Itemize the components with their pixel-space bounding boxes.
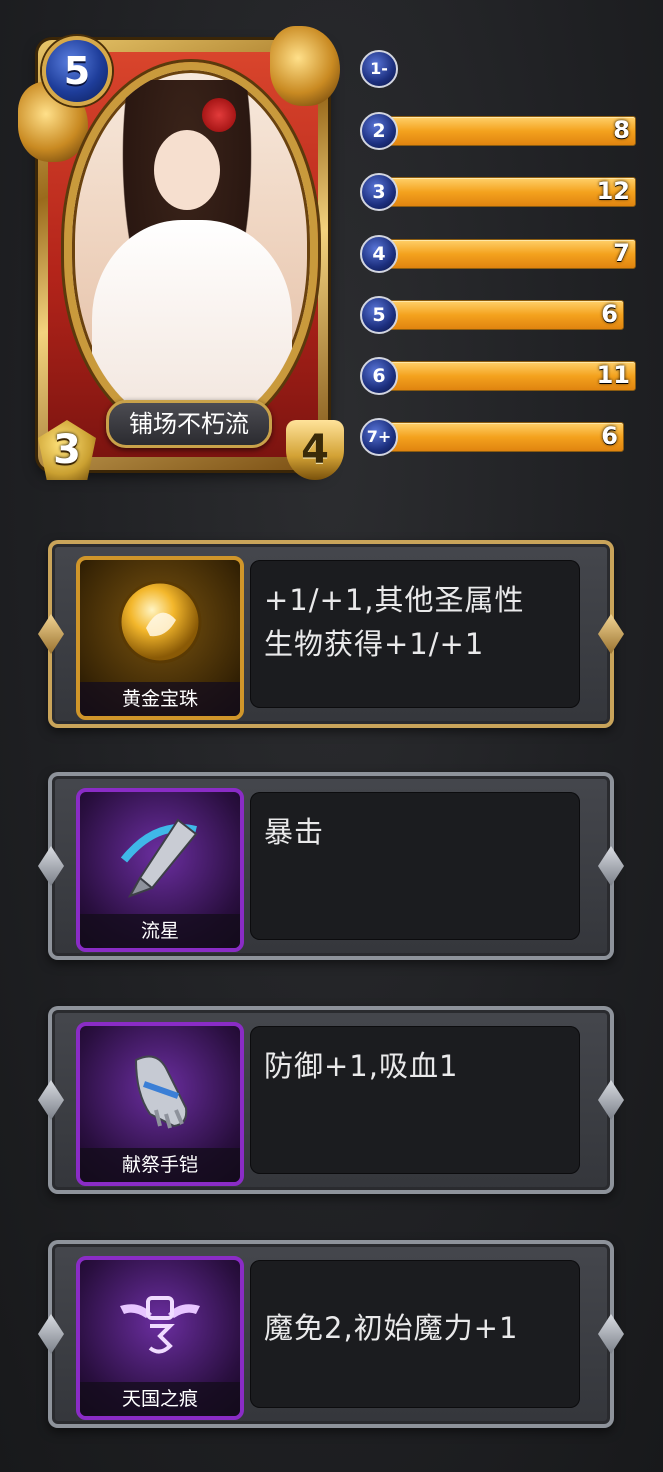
winged-emblem-icon	[116, 1278, 204, 1366]
item-icon-box[interactable]: 天国之痕	[76, 1256, 244, 1420]
item-description-box: 暴击	[250, 792, 580, 940]
curve-row-3: 3 12	[356, 171, 646, 211]
equipment-slot-golden-orb[interactable]: 黄金宝珠 +1/+1,其他圣属性 生物获得+1/+1	[38, 540, 624, 728]
item-icon-box[interactable]: 献祭手铠	[76, 1022, 244, 1186]
cost-orb: 6	[360, 357, 398, 395]
curve-row-6: 6 11	[356, 355, 646, 395]
equipment-slot-heaven-mark[interactable]: 天国之痕 魔免2,初始魔力+1	[38, 1240, 624, 1428]
item-name: 献祭手铠	[80, 1148, 240, 1182]
cost-count: 6	[601, 422, 618, 450]
cost-orb: 5	[360, 296, 398, 334]
item-name: 黄金宝珠	[80, 682, 240, 716]
curve-row-1: 1-	[356, 48, 646, 88]
portrait-face	[154, 130, 220, 210]
cost-curve: 1- 2 8 3 12 4 7 5 6 6 11 7+ 6	[356, 0, 656, 470]
equipment-slot-gauntlet[interactable]: 献祭手铠 防御+1,吸血1	[38, 1006, 624, 1194]
item-description: +1/+1,其他圣属性 生物获得+1/+1	[264, 578, 574, 666]
hair-flower-icon	[202, 98, 236, 132]
meteor-lance-icon	[116, 810, 204, 898]
hero-card[interactable]: 5 铺场不朽流 3 4	[18, 22, 344, 480]
equipment-slot-meteor[interactable]: 流星 暴击	[38, 772, 624, 960]
description-line-1: 魔免2,初始魔力+1	[264, 1311, 519, 1345]
item-name: 天国之痕	[80, 1382, 240, 1416]
cost-count: 11	[596, 361, 630, 389]
cost-orb: 3	[360, 173, 398, 211]
item-description: 防御+1,吸血1	[264, 1044, 574, 1088]
description-line-1: 防御+1,吸血1	[264, 1049, 459, 1083]
item-icon-box[interactable]: 黄金宝珠	[76, 556, 244, 720]
card-cost-gem: 5	[42, 36, 112, 106]
curve-row-7: 7+ 6	[356, 416, 646, 456]
curve-row-2: 2 8	[356, 110, 646, 150]
card-portrait	[64, 62, 318, 438]
curve-row-5: 5 6	[356, 294, 646, 334]
cost-count: 7	[613, 239, 630, 267]
description-line-2: 生物获得+1/+1	[264, 627, 485, 661]
golden-orb-icon	[116, 578, 204, 666]
item-name: 流星	[80, 914, 240, 948]
description-line-1: 暴击	[264, 815, 325, 849]
card-health: 4	[286, 420, 344, 480]
curve-row-4: 4 7	[356, 233, 646, 273]
cost-orb: 2	[360, 112, 398, 150]
item-description-box: +1/+1,其他圣属性 生物获得+1/+1	[250, 560, 580, 708]
item-description: 魔免2,初始魔力+1	[264, 1306, 574, 1350]
cost-orb: 7+	[360, 418, 398, 456]
cost-count: 8	[613, 116, 630, 144]
gauntlet-icon	[116, 1044, 204, 1132]
cost-count: 6	[601, 300, 618, 328]
item-description-box: 魔免2,初始魔力+1	[250, 1260, 580, 1408]
card-name: 铺场不朽流	[106, 400, 272, 448]
cost-orb: 4	[360, 235, 398, 273]
item-description: 暴击	[264, 810, 574, 854]
description-line-1: +1/+1,其他圣属性	[264, 583, 525, 617]
item-description-box: 防御+1,吸血1	[250, 1026, 580, 1174]
item-icon-box[interactable]: 流星	[76, 788, 244, 952]
top-right-ornament-icon	[270, 26, 340, 106]
cost-count: 12	[596, 177, 630, 205]
cost-orb: 1-	[360, 50, 398, 88]
